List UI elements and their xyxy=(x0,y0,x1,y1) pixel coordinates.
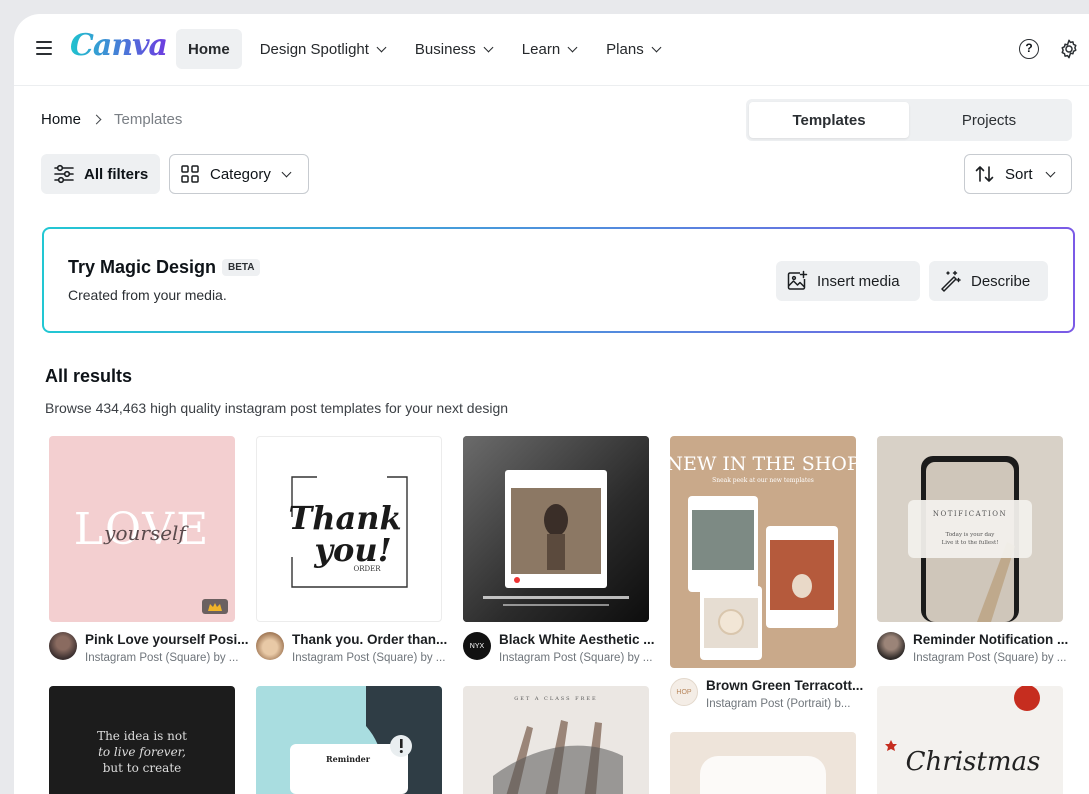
quote-line-3: but to create xyxy=(103,761,182,775)
template-card[interactable]: LOVE yourself Pink Love yourself Posi...… xyxy=(49,436,249,676)
card-title: Reminder Notification ... xyxy=(913,632,1069,647)
templates-projects-toggle: Templates Projects xyxy=(746,99,1072,141)
browser-page: Canva Home Design Spotlight Business Lea… xyxy=(14,14,1089,794)
magic-design-title: Try Magic Design xyxy=(68,257,217,277)
nav-home[interactable]: Home xyxy=(176,29,242,69)
notification-line2: Live it to the fullest! xyxy=(942,540,999,546)
card-subtitle: Instagram Post (Square) by ... xyxy=(499,652,653,664)
grid-icon xyxy=(181,165,199,183)
chevron-down-icon xyxy=(483,42,494,52)
card-subtitle: Instagram Post (Square) by ... xyxy=(292,652,446,664)
reminder-text: Reminder xyxy=(326,754,371,764)
template-card[interactable]: NYX Black White Aesthetic ... Instagram … xyxy=(463,436,655,676)
card-title: Black White Aesthetic ... xyxy=(499,632,655,647)
card-title: Brown Green Terracott... xyxy=(706,678,864,693)
nav-business-label: Business xyxy=(414,40,476,58)
sort-label: Sort xyxy=(1005,165,1033,183)
sort-arrows-icon xyxy=(975,166,994,182)
order-text: ORDER xyxy=(353,565,381,573)
breadcrumb-home[interactable]: Home xyxy=(41,111,81,128)
canva-logo[interactable]: Canva xyxy=(70,28,168,63)
chevron-down-icon xyxy=(567,42,578,52)
results-subtitle: Browse 434,463 high quality instagram po… xyxy=(45,400,509,416)
card-subtitle: Instagram Post (Square) by ... xyxy=(85,652,239,664)
nav-learn-label: Learn xyxy=(521,40,561,58)
template-thumbnail[interactable] xyxy=(463,436,649,622)
chevron-down-icon xyxy=(651,42,662,52)
template-thumbnail[interactable]: NOTIFICATION Today is your day Live it t… xyxy=(877,436,1063,622)
beta-badge: BETA xyxy=(222,259,261,276)
avatar: HOP xyxy=(670,678,698,706)
template-thumbnail[interactable]: Christmas xyxy=(877,686,1063,794)
nav-business[interactable]: Business xyxy=(403,29,504,69)
template-thumbnail[interactable]: The idea is not to live forever, but to … xyxy=(49,686,235,794)
avatar xyxy=(256,632,284,660)
nav-learn[interactable]: Learn xyxy=(510,29,588,69)
template-thumbnail[interactable]: LOVE yourself xyxy=(49,436,235,622)
insert-media-label: Insert media xyxy=(817,272,900,290)
magic-design-subtitle: Created from your media. xyxy=(68,287,227,303)
nav-design-spotlight-label: Design Spotlight xyxy=(259,40,369,58)
help-icon[interactable]: ? xyxy=(1019,39,1039,59)
chevron-down-icon xyxy=(281,167,292,177)
new-in-the-shop-text: NEW IN THE SHOP xyxy=(670,453,856,475)
template-thumbnail[interactable] xyxy=(670,732,856,794)
breadcrumb: Home Templates xyxy=(41,111,182,128)
class-banner-text: GET A CLASS FREE xyxy=(514,696,597,702)
avatar xyxy=(877,632,905,660)
card-title: Thank you. Order than... xyxy=(292,632,448,647)
sort-dropdown[interactable]: Sort xyxy=(964,154,1072,194)
chevron-down-icon xyxy=(1045,167,1055,177)
template-thumbnail[interactable]: Thank you! ORDER xyxy=(256,436,442,622)
card-subtitle: Instagram Post (Portrait) b... xyxy=(706,698,851,710)
notification-line1: Today is your day xyxy=(946,532,996,538)
magic-wand-icon xyxy=(941,270,961,292)
avatar xyxy=(49,632,77,660)
category-dropdown[interactable]: Category xyxy=(169,154,309,194)
christmas-text: Christmas xyxy=(906,747,1041,777)
gear-icon[interactable] xyxy=(1058,38,1080,60)
crown-icon xyxy=(208,603,222,611)
category-label: Category xyxy=(210,165,271,183)
sliders-icon xyxy=(54,164,74,184)
notification-label: NOTIFICATION xyxy=(933,510,1007,518)
yourself-script-text: yourself xyxy=(103,521,189,545)
chevron-right-icon xyxy=(91,114,102,125)
tab-projects[interactable]: Projects xyxy=(909,102,1069,138)
nav-plans[interactable]: Plans xyxy=(594,29,672,69)
quote-line-1: The idea is not xyxy=(97,729,187,743)
template-thumbnail[interactable]: Reminder xyxy=(256,686,442,794)
you-script-text: you! xyxy=(313,531,391,569)
all-filters-button[interactable]: All filters xyxy=(41,154,160,194)
template-thumbnail[interactable]: GET A CLASS FREE xyxy=(463,686,649,794)
results-title: All results xyxy=(45,366,133,386)
breadcrumb-current: Templates xyxy=(114,111,183,128)
sneak-peek-text: Sneak peek at our new templates xyxy=(712,477,814,484)
template-card[interactable]: NEW IN THE SHOP Sneak peek at our new te… xyxy=(670,436,863,726)
template-card[interactable]: NOTIFICATION Today is your day Live it t… xyxy=(877,436,1068,676)
avatar: NYX xyxy=(463,632,491,660)
template-thumbnail[interactable]: NEW IN THE SHOP Sneak peek at our new te… xyxy=(670,436,856,668)
describe-label: Describe xyxy=(971,272,1031,290)
quote-line-2: to live forever, xyxy=(98,745,186,759)
insert-media-button[interactable]: Insert media xyxy=(776,261,920,301)
card-title: Pink Love yourself Posi... xyxy=(85,632,249,647)
card-subtitle: Instagram Post (Square) by ... xyxy=(913,652,1067,664)
tab-templates[interactable]: Templates xyxy=(749,102,909,138)
main-nav: Home Design Spotlight Business Learn Pla… xyxy=(176,29,678,69)
image-plus-icon xyxy=(787,270,808,290)
describe-button[interactable]: Describe xyxy=(929,261,1048,301)
nav-plans-label: Plans xyxy=(606,40,644,58)
chevron-down-icon xyxy=(376,42,387,52)
top-navigation-bar: Canva Home Design Spotlight Business Lea… xyxy=(14,14,1089,86)
all-filters-label: All filters xyxy=(84,165,149,183)
menu-icon[interactable] xyxy=(36,41,52,55)
template-card[interactable]: Thank you! ORDER Thank you. Order than..… xyxy=(256,436,447,676)
nav-home-label: Home xyxy=(188,40,230,58)
nav-design-spotlight[interactable]: Design Spotlight xyxy=(248,29,397,69)
magic-design-banner: Try Magic Design BETA Created from your … xyxy=(42,227,1075,333)
